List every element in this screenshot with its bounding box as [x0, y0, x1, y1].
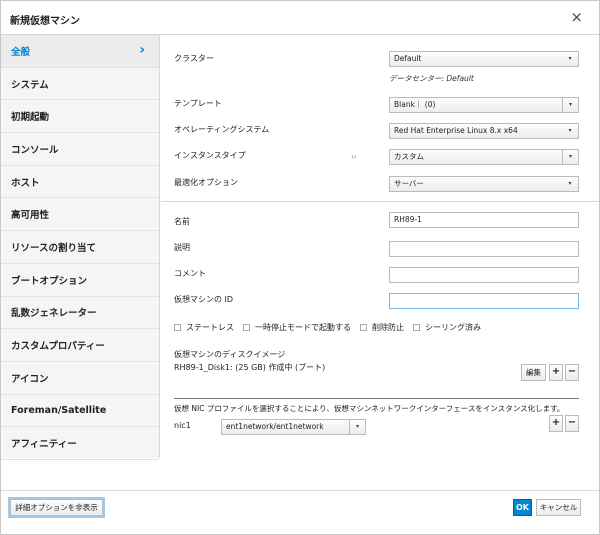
hide-advanced-options-button[interactable]: 詳細オプションを非表示	[10, 499, 103, 516]
new-vm-dialog: 新規仮想マシン × 全般 › システム 初期起動 コンソール ホスト 高可用性 …	[0, 0, 600, 535]
comment-input[interactable]	[389, 267, 579, 283]
sidebar-item-foreman-satellite[interactable]: Foreman/Satellite	[1, 395, 159, 428]
add-disk-button[interactable]: +	[549, 364, 563, 381]
sidebar-item-label: コンソール	[11, 144, 59, 156]
cluster-value: Default	[394, 54, 422, 63]
chevron-right-icon: ›	[139, 42, 145, 58]
sealed-checkbox[interactable]: シーリング済み	[413, 322, 481, 333]
sidebar-item-label: アフィニティー	[11, 439, 77, 451]
vm-id-label: 仮想マシンの ID	[174, 295, 234, 304]
vm-options-checkboxes: ステートレス 一時停止モードで起動する 削除防止 シーリング済み	[174, 322, 481, 333]
delete-protection-checkbox[interactable]: 削除防止	[360, 322, 404, 333]
caret-down-icon: ▾	[568, 55, 572, 62]
nic-profile-select[interactable]: ent1network/ent1network ▾	[221, 419, 366, 435]
optimization-select[interactable]: サーバー ▾	[389, 176, 579, 192]
stateless-checkbox[interactable]: ステートレス	[174, 322, 234, 333]
sidebar-item-system[interactable]: システム	[1, 68, 159, 101]
sidebar-item-console[interactable]: コンソール	[1, 133, 159, 166]
os-select[interactable]: Red Hat Enterprise Linux 8.x x64 ▾	[389, 123, 579, 139]
vm-id-input[interactable]	[389, 293, 579, 309]
sidebar-item-label: ブートオプション	[11, 275, 88, 287]
sidebar-item-initial-run[interactable]: 初期起動	[1, 100, 159, 134]
dialog-titlebar: 新規仮想マシン ×	[1, 1, 599, 35]
caret-down-icon: ▾	[349, 420, 365, 434]
sidebar-item-label: ホスト	[11, 177, 40, 189]
sidebar-item-label: アイコン	[11, 373, 49, 385]
add-nic-button[interactable]: +	[549, 415, 563, 432]
comment-label: コメント	[174, 269, 206, 278]
sidebar-item-custom-properties[interactable]: カスタムプロパティー	[1, 329, 159, 362]
sidebar-item-general[interactable]: 全般 ›	[1, 35, 159, 68]
optimization-label: 最適化オプション	[174, 178, 238, 187]
edit-disk-button[interactable]: 編集	[521, 364, 546, 381]
sidebar-item-host[interactable]: ホスト	[1, 166, 159, 199]
start-paused-checkbox[interactable]: 一時停止モードで起動する	[243, 322, 351, 333]
cluster-label: クラスター	[174, 54, 214, 63]
sidebar-item-label: リソースの割り当て	[11, 242, 97, 254]
sidebar-item-affinity[interactable]: アフィニティー	[1, 427, 159, 460]
checkbox-label: シーリング済み	[425, 323, 481, 332]
os-label: オペレーティングシステム	[174, 125, 270, 134]
dialog-title: 新規仮想マシン	[10, 16, 80, 27]
nic-divider	[174, 398, 579, 399]
datacenter-hint: データセンター: Default	[389, 74, 474, 83]
close-icon[interactable]: ×	[570, 8, 583, 26]
sidebar-item-label: Foreman/Satellite	[11, 404, 107, 416]
name-input[interactable]: RH89-1	[389, 212, 579, 228]
remove-disk-button[interactable]: −	[565, 364, 579, 381]
sidebar-item-label: 高可用性	[11, 210, 50, 222]
footer-divider	[1, 490, 599, 491]
caret-down-icon: ▾	[568, 180, 572, 187]
remove-nic-button[interactable]: −	[565, 415, 579, 432]
ok-button[interactable]: OK	[513, 499, 532, 516]
template-select[interactable]: Blank｜ (0) ▾	[389, 97, 579, 113]
swap-icon[interactable]: ‹›	[351, 153, 357, 161]
disk-image-entry: RH89-1_Disk1: (25 GB) 作成中 (ブート)	[174, 363, 326, 372]
caret-down-icon: ▾	[562, 150, 578, 164]
caret-down-icon: ▾	[568, 127, 572, 134]
description-label: 説明	[174, 243, 190, 252]
os-value: Red Hat Enterprise Linux 8.x x64	[394, 126, 518, 135]
nic-label: nic1	[174, 421, 191, 430]
caret-down-icon: ▾	[562, 98, 578, 112]
sidebar-item-high-availability[interactable]: 高可用性	[1, 198, 159, 232]
cancel-button[interactable]: キャンセル	[536, 499, 581, 516]
sidebar-item-label: カスタムプロパティー	[11, 341, 105, 353]
template-label: テンプレート	[174, 99, 222, 108]
checkbox-label: 削除防止	[372, 323, 404, 332]
checkbox-box	[360, 324, 367, 331]
checkbox-box	[243, 324, 250, 331]
sidebar-item-label: システム	[11, 79, 49, 91]
sidebar-item-label: 初期起動	[11, 112, 50, 124]
general-panel: クラスター Default ▾ データセンター: Default テンプレート …	[161, 35, 599, 458]
description-input[interactable]	[389, 241, 579, 257]
sidebar-item-label: 全般	[11, 46, 31, 58]
optimization-value: サーバー	[394, 179, 424, 188]
template-value: Blank｜ (0)	[394, 100, 436, 109]
sidebar-item-label: 乱数ジェネレーター	[11, 308, 97, 320]
nic-profile-value: ent1network/ent1network	[226, 422, 324, 431]
checkbox-box	[413, 324, 420, 331]
instance-type-value: カスタム	[394, 152, 424, 161]
disk-image-label: 仮想マシンのディスクイメージ	[174, 350, 286, 359]
instance-type-select[interactable]: カスタム ▾	[389, 149, 579, 165]
checkbox-label: ステートレス	[186, 323, 234, 332]
instance-type-label: インスタンスタイプ	[174, 151, 246, 160]
sidebar-item-resource-allocation[interactable]: リソースの割り当て	[1, 231, 159, 264]
sidebar-item-icon[interactable]: アイコン	[1, 362, 159, 395]
section-divider	[161, 201, 599, 202]
checkbox-label: 一時停止モードで起動する	[255, 323, 351, 332]
nic-description: 仮想 NIC プロファイルを選択することにより、仮想マシンネットワークインターフ…	[174, 404, 565, 413]
sidebar: 全般 › システム 初期起動 コンソール ホスト 高可用性 リソースの割り当て …	[1, 35, 160, 460]
checkbox-box	[174, 324, 181, 331]
sidebar-item-random-generator[interactable]: 乱数ジェネレーター	[1, 297, 159, 330]
sidebar-item-boot-options[interactable]: ブートオプション	[1, 264, 159, 297]
cluster-select[interactable]: Default ▾	[389, 51, 579, 67]
name-label: 名前	[174, 217, 190, 226]
